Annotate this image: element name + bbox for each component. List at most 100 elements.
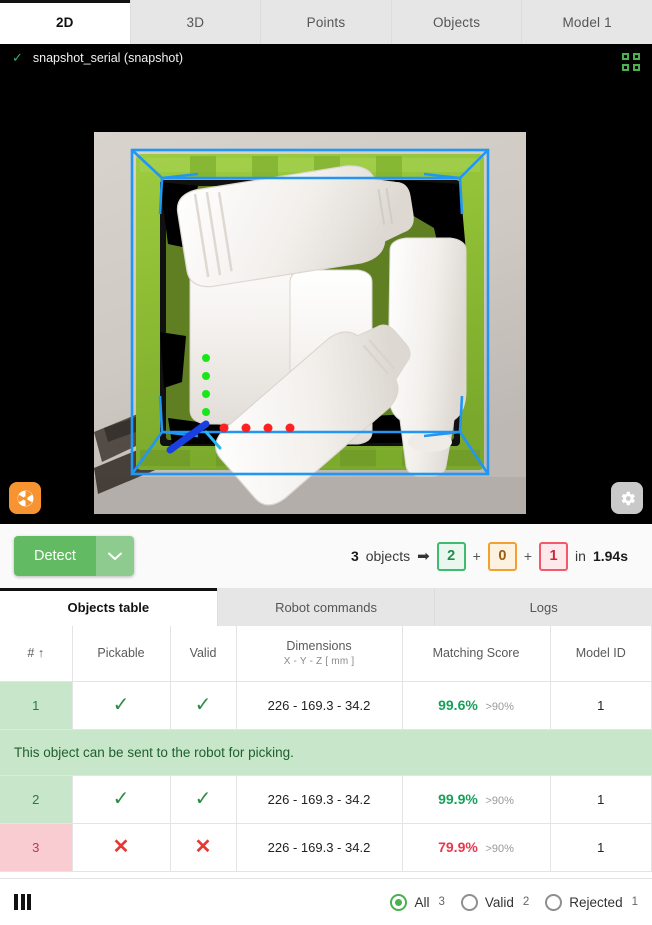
table-row[interactable]: 3 ✕ ✕ 226 - 169.3 - 34.2 79.9% >90% 1 bbox=[0, 823, 652, 872]
tab-3d[interactable]: 3D bbox=[131, 0, 262, 44]
column-header-dimensions[interactable]: Dimensions X - Y - Z [ mm ] bbox=[236, 626, 403, 682]
filter-rejected-label: Rejected bbox=[569, 894, 623, 910]
tab-logs-label: Logs bbox=[529, 599, 558, 615]
score-value: 79.9% bbox=[438, 839, 478, 855]
check-icon: ✓ bbox=[12, 50, 23, 65]
image-viewport[interactable]: ✓ snapshot_serial (snapshot) bbox=[0, 44, 652, 524]
cell-pickable: ✓ bbox=[72, 775, 171, 824]
tab-robot-commands-label: Robot commands bbox=[275, 599, 377, 615]
row-index: 3 bbox=[0, 823, 73, 872]
tab-2d-label: 2D bbox=[55, 14, 74, 30]
cell-matching-score: 99.9% >90% bbox=[402, 775, 551, 824]
tab-objects-label: Objects bbox=[432, 14, 481, 30]
tab-logs[interactable]: Logs bbox=[435, 588, 652, 626]
cell-valid: ✕ bbox=[170, 823, 237, 872]
filter-valid-label: Valid bbox=[484, 894, 514, 910]
check-icon: ✓ bbox=[112, 788, 130, 810]
cell-matching-score: 99.6% >90% bbox=[402, 681, 551, 730]
cell-model-id: 1 bbox=[550, 681, 652, 730]
radio-icon bbox=[390, 893, 408, 911]
tab-robot-commands[interactable]: Robot commands bbox=[218, 588, 436, 626]
score-threshold: >90% bbox=[485, 795, 514, 807]
filter-rejected-count: 1 bbox=[631, 896, 638, 908]
badge-valid-count: 2 bbox=[436, 541, 466, 571]
badge-rejected-count: 1 bbox=[539, 541, 569, 571]
tab-points-label: Points bbox=[306, 14, 346, 30]
point-cloud-scene bbox=[94, 132, 526, 514]
objects-table-container: # ↑ Pickable Valid Dimensions X - Y - Z … bbox=[0, 626, 652, 878]
table-header-row: # ↑ Pickable Valid Dimensions X - Y - Z … bbox=[0, 626, 652, 682]
viewport-header: ✓ snapshot_serial (snapshot) bbox=[0, 44, 652, 71]
tab-objects[interactable]: Objects bbox=[392, 0, 523, 44]
summary-objects-label: objects bbox=[365, 548, 411, 564]
score-threshold: >90% bbox=[485, 701, 514, 713]
view-tab-bar: 2D 3D Points Objects Model 1 bbox=[0, 0, 652, 44]
cell-matching-score: 79.9% >90% bbox=[402, 823, 551, 872]
table-body: 1 ✓ ✓ 226 - 169.3 - 34.2 99.6% >90% 1 Th… bbox=[0, 681, 652, 872]
cell-dimensions: 226 - 169.3 - 34.2 bbox=[236, 775, 403, 824]
column-header-matching-score[interactable]: Matching Score bbox=[402, 626, 551, 682]
row-index: 2 bbox=[0, 775, 73, 824]
cross-icon: ✕ bbox=[194, 836, 212, 858]
detection-summary: 3 objects ➡ 2 + 0 + 1 in 1.94s bbox=[350, 541, 638, 571]
fullscreen-icon[interactable] bbox=[622, 53, 640, 71]
right-arrow-icon: ➡ bbox=[417, 548, 430, 565]
camera-aperture-icon[interactable] bbox=[9, 482, 41, 514]
table-footer: All 3 Valid 2 Rejected 1 bbox=[0, 878, 652, 925]
score-value: 99.6% bbox=[438, 697, 478, 713]
detect-dropdown-chevron-down-icon[interactable] bbox=[95, 536, 134, 576]
tab-3d-label: 3D bbox=[186, 14, 205, 30]
filter-valid[interactable]: Valid 2 bbox=[460, 893, 530, 911]
summary-duration: 1.94s bbox=[592, 548, 628, 564]
table-row[interactable]: 2 ✓ ✓ 226 - 169.3 - 34.2 99.9% >90% 1 bbox=[0, 775, 652, 824]
check-icon: ✓ bbox=[112, 694, 130, 716]
plus-sign-2: + bbox=[523, 548, 533, 564]
filter-rejected[interactable]: Rejected 1 bbox=[545, 893, 638, 911]
column-header-dimensions-units: X - Y - Z [ mm ] bbox=[283, 656, 355, 668]
column-header-model-id[interactable]: Model ID bbox=[550, 626, 652, 682]
column-header-valid[interactable]: Valid bbox=[170, 626, 237, 682]
cross-icon: ✕ bbox=[112, 836, 130, 858]
row-index: 1 bbox=[0, 681, 73, 730]
tab-2d[interactable]: 2D bbox=[0, 0, 131, 44]
filter-all-label: All bbox=[414, 894, 430, 910]
detect-button[interactable]: Detect bbox=[14, 536, 96, 576]
tab-model-1[interactable]: Model 1 bbox=[522, 0, 652, 44]
cell-valid: ✓ bbox=[170, 681, 237, 730]
tab-points[interactable]: Points bbox=[261, 0, 392, 44]
gear-icon[interactable] bbox=[611, 482, 643, 514]
cell-model-id: 1 bbox=[550, 823, 652, 872]
radio-icon bbox=[460, 893, 478, 911]
expanded-row-note: This object can be sent to the robot for… bbox=[0, 729, 652, 776]
column-header-pickable[interactable]: Pickable bbox=[72, 626, 171, 682]
tab-model-1-label: Model 1 bbox=[562, 14, 612, 30]
summary-in-label: in bbox=[575, 548, 586, 564]
filter-radio-group: All 3 Valid 2 Rejected 1 bbox=[390, 893, 638, 911]
table-header: # ↑ Pickable Valid Dimensions X - Y - Z … bbox=[0, 626, 652, 682]
summary-total-count: 3 bbox=[350, 548, 359, 564]
filter-all-count: 3 bbox=[438, 896, 445, 908]
column-header-number-label: # bbox=[27, 646, 35, 661]
snapshot-title: snapshot_serial (snapshot) bbox=[32, 50, 183, 65]
plus-sign-1: + bbox=[472, 548, 481, 564]
score-threshold: >90% bbox=[485, 843, 514, 855]
cell-pickable: ✕ bbox=[72, 823, 171, 872]
cell-dimensions: 226 - 169.3 - 34.2 bbox=[236, 823, 403, 872]
results-tab-bar: Objects table Robot commands Logs bbox=[0, 588, 652, 626]
detection-action-bar: Detect 3 objects ➡ 2 + 0 + 1 in 1.94s bbox=[0, 524, 652, 588]
check-icon: ✓ bbox=[194, 694, 212, 716]
filter-valid-count: 2 bbox=[522, 896, 530, 908]
tab-objects-table[interactable]: Objects table bbox=[0, 588, 218, 626]
tab-objects-table-label: Objects table bbox=[67, 599, 150, 615]
score-value: 99.9% bbox=[438, 791, 478, 807]
columns-icon[interactable] bbox=[14, 894, 31, 910]
filter-all[interactable]: All 3 bbox=[390, 893, 445, 911]
scene-svg bbox=[94, 132, 526, 514]
cell-dimensions: 226 - 169.3 - 34.2 bbox=[236, 681, 403, 730]
table-row[interactable]: 1 ✓ ✓ 226 - 169.3 - 34.2 99.6% >90% 1 bbox=[0, 681, 652, 730]
badge-warning-count: 0 bbox=[487, 541, 517, 571]
check-icon: ✓ bbox=[194, 788, 212, 810]
radio-icon bbox=[545, 893, 563, 911]
cell-model-id: 1 bbox=[550, 775, 652, 824]
column-header-number[interactable]: # ↑ bbox=[0, 626, 73, 682]
